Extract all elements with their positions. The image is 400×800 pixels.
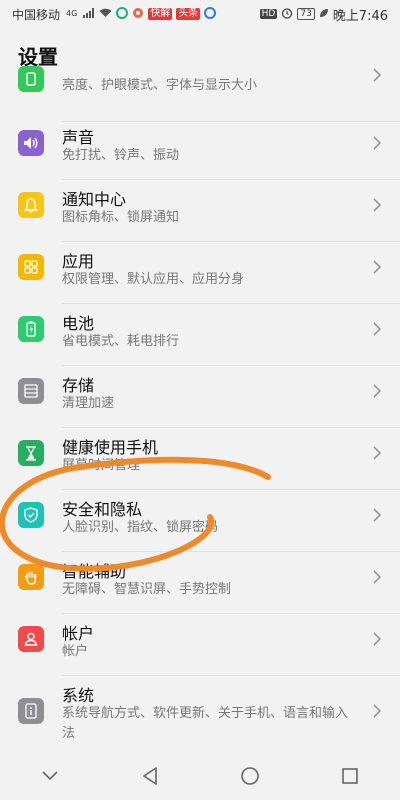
settings-item-title: 帐户 xyxy=(62,624,95,643)
settings-item-title: 声音 xyxy=(62,128,95,147)
settings-item-sound[interactable]: 声音 免打扰、铃声、振动 xyxy=(0,120,400,182)
chevron-down-icon xyxy=(42,771,58,781)
app-notification-icon xyxy=(116,6,129,22)
chevron-right-icon xyxy=(373,508,382,522)
hd-icon: HD xyxy=(259,9,278,19)
chevron-right-icon xyxy=(373,632,382,646)
app-badge-icon: 头条 xyxy=(176,8,201,20)
home-circle-icon xyxy=(241,767,259,785)
chevron-right-icon xyxy=(373,260,382,274)
divider xyxy=(62,303,400,304)
settings-item-subtitle: 免打扰、铃声、振动 xyxy=(62,148,180,163)
leaf-icon xyxy=(319,7,329,21)
settings-item-notifications[interactable]: 通知中心 图标角标、锁屏通知 xyxy=(0,182,400,244)
chevron-right-icon xyxy=(373,136,382,150)
settings-item-digital-balance[interactable]: 健康使用手机 屏幕时间管理 xyxy=(0,430,400,492)
person-icon xyxy=(18,626,44,652)
chevron-right-icon xyxy=(373,68,382,82)
settings-item-subtitle: 图标角标、锁屏通知 xyxy=(62,210,180,225)
divider xyxy=(62,675,400,676)
chevron-right-icon xyxy=(373,384,382,398)
settings-item-display[interactable]: 亮度、护眼模式、字体与显示大小 xyxy=(0,66,400,128)
settings-item-subtitle: 帐户 xyxy=(62,644,89,659)
hourglass-icon xyxy=(18,440,44,466)
divider xyxy=(62,613,400,614)
collapse-button[interactable] xyxy=(30,756,70,796)
settings-item-subtitle: 无障碍、智慧识屏、手势控制 xyxy=(62,582,232,597)
chevron-right-icon xyxy=(373,570,382,584)
divider xyxy=(62,365,400,366)
wifi-icon xyxy=(99,7,112,21)
divider xyxy=(62,179,400,180)
settings-item-storage[interactable]: 存储 清理加速 xyxy=(0,368,400,430)
back-triangle-icon xyxy=(143,767,157,785)
navigation-bar xyxy=(0,752,400,800)
settings-item-system[interactable]: 系统 系统导航方式、软件更新、关于手机、语言和输入法 xyxy=(0,678,400,758)
alarm-icon xyxy=(281,7,293,22)
chevron-right-icon xyxy=(373,446,382,460)
network-type-label: 4G xyxy=(66,9,78,18)
home-button[interactable] xyxy=(230,756,270,796)
settings-item-security-privacy[interactable]: 安全和隐私 人脸识别、指纹、锁屏密码 xyxy=(0,492,400,554)
apps-grid-icon xyxy=(18,254,44,280)
hand-icon xyxy=(18,564,44,590)
settings-item-subtitle: 权限管理、默认应用、应用分身 xyxy=(62,272,245,287)
recent-apps-button[interactable] xyxy=(330,756,370,796)
settings-screen: 中国移动 4G 快解 头条 HD 73 晚上7:46 设置 亮度、护眼模式、字体… xyxy=(0,0,400,800)
app-badge-icon: 快解 xyxy=(148,8,173,20)
battery-icon xyxy=(18,316,44,342)
divider xyxy=(62,427,400,428)
bell-icon xyxy=(18,192,44,218)
chevron-right-icon xyxy=(373,198,382,212)
settings-item-subtitle: 省电模式、耗电排行 xyxy=(62,334,180,349)
settings-item-battery[interactable]: 电池 省电模式、耗电排行 xyxy=(0,306,400,368)
back-button[interactable] xyxy=(130,756,170,796)
settings-item-subtitle: 清理加速 xyxy=(62,396,115,411)
settings-item-title: 通知中心 xyxy=(62,190,127,209)
divider xyxy=(62,489,400,490)
settings-item-title: 健康使用手机 xyxy=(62,438,159,457)
settings-item-subtitle: 系统导航方式、软件更新、关于手机、语言和输入法 xyxy=(62,706,349,741)
browser-icon xyxy=(204,6,217,22)
settings-item-accounts[interactable]: 帐户 帐户 xyxy=(0,616,400,678)
settings-item-smart-assistance[interactable]: 智能辅助 无障碍、智慧识屏、手势控制 xyxy=(0,554,400,616)
settings-item-subtitle: 人脸识别、指纹、锁屏密码 xyxy=(62,520,219,535)
settings-item-subtitle: 亮度、护眼模式、字体与显示大小 xyxy=(62,78,258,93)
settings-item-title: 电池 xyxy=(62,314,95,333)
settings-item-title: 智能辅助 xyxy=(62,562,127,581)
shield-icon xyxy=(18,502,44,528)
settings-item-title: 应用 xyxy=(62,252,95,271)
divider xyxy=(62,551,400,552)
phone-info-icon xyxy=(18,698,44,724)
recent-square-icon xyxy=(342,768,358,784)
settings-item-apps[interactable]: 应用 权限管理、默认应用、应用分身 xyxy=(0,244,400,306)
chevron-right-icon xyxy=(373,704,382,718)
battery-level-icon: 73 xyxy=(297,8,315,20)
display-icon xyxy=(18,66,44,92)
storage-icon xyxy=(18,378,44,404)
app-notification-icon xyxy=(132,7,144,22)
clock-label: 晚上7:46 xyxy=(332,8,388,24)
speaker-icon xyxy=(18,130,44,156)
chevron-right-icon xyxy=(373,322,382,336)
settings-item-title: 存储 xyxy=(62,376,95,395)
signal-icon xyxy=(83,7,95,21)
carrier-label: 中国移动 xyxy=(12,7,61,22)
settings-item-title: 安全和隐私 xyxy=(62,500,143,519)
divider xyxy=(62,241,400,242)
settings-item-title: 系统 xyxy=(62,686,95,705)
settings-item-subtitle: 屏幕时间管理 xyxy=(62,458,141,473)
status-bar: 中国移动 4G 快解 头条 HD 73 晚上7:46 xyxy=(0,0,400,28)
